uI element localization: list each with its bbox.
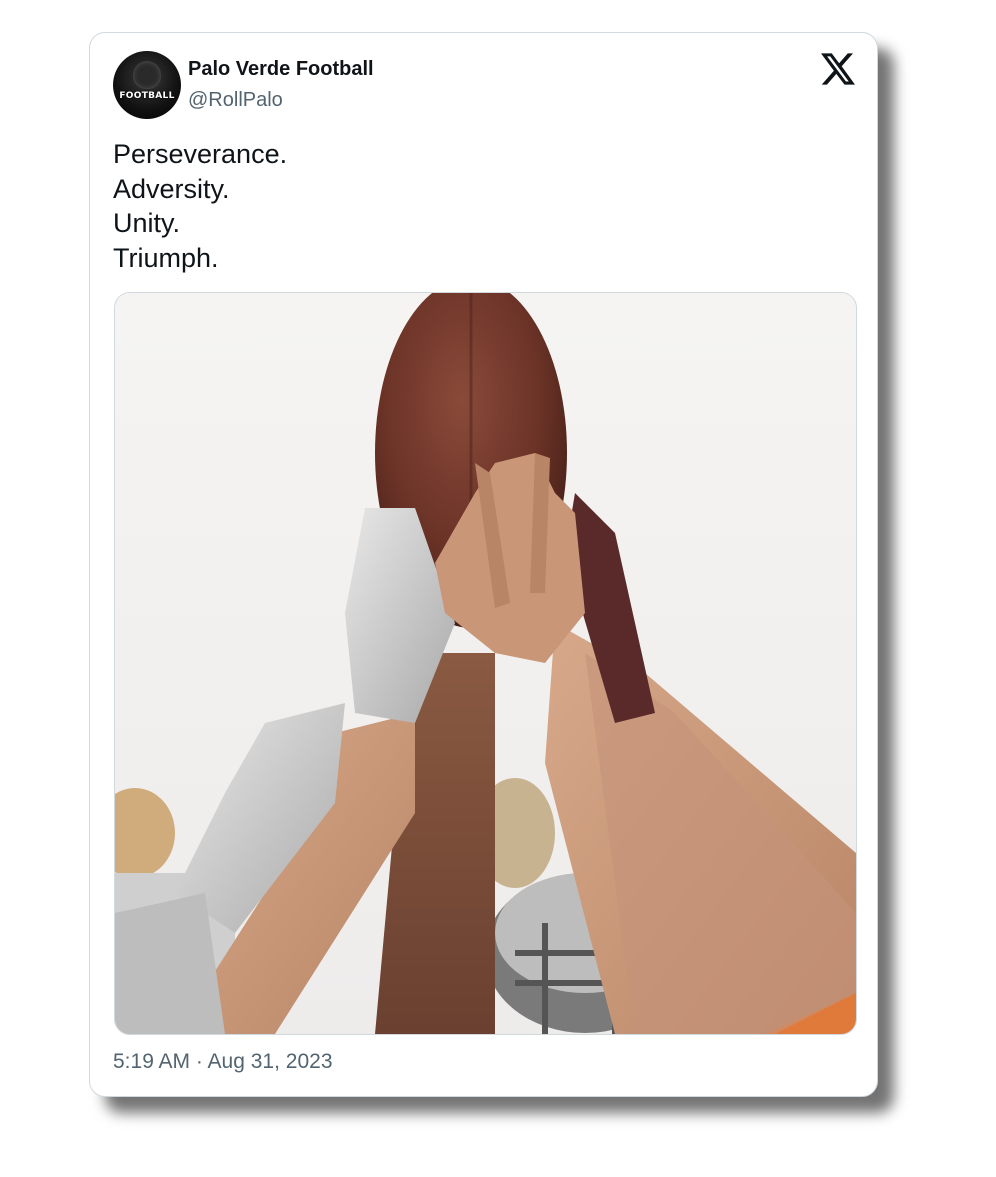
tweet-line: Triumph. [113, 242, 219, 273]
tweet-timestamp[interactable]: 5:19 AM · Aug 31, 2023 [113, 1050, 333, 1074]
tweet-line: Adversity. [113, 173, 230, 204]
tweet-media-image[interactable] [114, 292, 857, 1035]
tweet-line: Perseverance. [113, 139, 288, 169]
author-handle[interactable]: @RollPalo [188, 89, 283, 112]
football-hands-photo [115, 293, 856, 1034]
tweet-card: FOOTBALL Palo Verde Football @RollPalo P… [89, 32, 878, 1097]
avatar[interactable]: FOOTBALL [113, 51, 181, 119]
mascot-icon [133, 61, 161, 89]
avatar-label: FOOTBALL [119, 91, 175, 101]
x-logo-icon[interactable] [821, 53, 855, 85]
author-display-name[interactable]: Palo Verde Football [188, 58, 374, 81]
tweet-text: Perseverance. Adversity. Unity. Triumph. [113, 137, 287, 275]
tweet-line: Unity. [113, 208, 181, 238]
